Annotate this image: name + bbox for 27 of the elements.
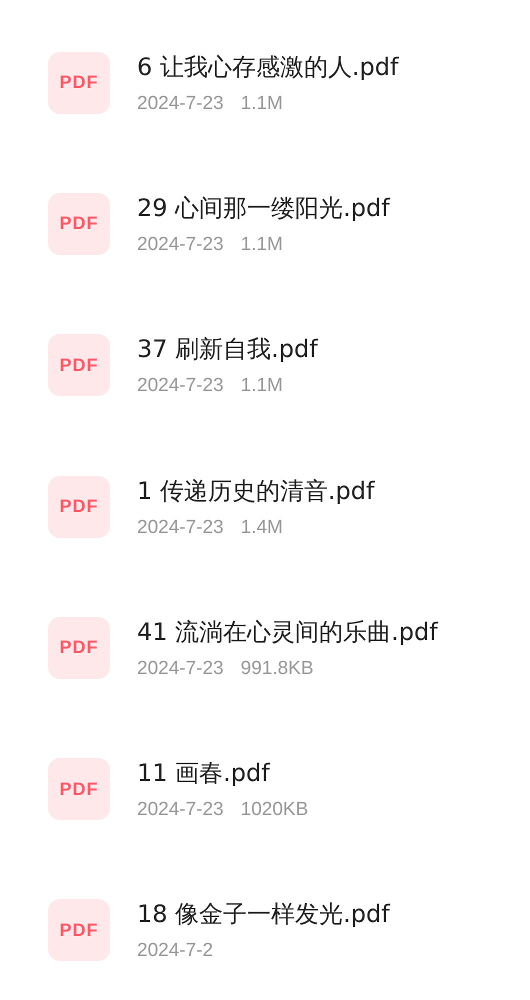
file-size: 1.1M [240, 92, 283, 115]
file-name[interactable]: 6 让我心存感激的人.pdf [137, 50, 398, 83]
file-date: 2024-7-2 [137, 940, 214, 962]
pdf-file-icon: PDF [48, 334, 110, 396]
file-name[interactable]: 11 画春.pdf [137, 757, 308, 790]
file-name[interactable]: 37 刷新自我.pdf [137, 333, 318, 366]
file-name[interactable]: 29 心间那一缕阳光.pdf [137, 192, 390, 224]
file-size: 1.1M [240, 375, 283, 398]
file-size: 1.4M [240, 516, 283, 539]
file-name[interactable]: 41 流淌在心灵间的乐曲.pdf [137, 616, 438, 648]
file-size: 991.8KB [240, 658, 314, 680]
file-date: 2024-7-23 [137, 234, 224, 256]
pdf-file-icon: PDF [48, 52, 110, 114]
file-size: 1020KB [240, 799, 308, 822]
file-name[interactable]: 18 像金子一样发光.pdf [137, 898, 390, 930]
file-size: 1.1M [240, 234, 283, 256]
file-date: 2024-7-23 [137, 799, 224, 822]
file-date: 2024-7-23 [137, 658, 224, 680]
file-name[interactable]: 1 传递历史的清音.pdf [137, 474, 374, 507]
pdf-file-icon: PDF [48, 192, 110, 255]
pdf-file-icon: PDF [48, 758, 110, 820]
file-date: 2024-7-23 [137, 375, 224, 398]
pdf-file-icon: PDF [48, 616, 110, 679]
pdf-file-icon: PDF [48, 899, 110, 962]
pdf-file-icon: PDF [48, 476, 110, 538]
file-date: 2024-7-23 [137, 516, 224, 539]
file-date: 2024-7-23 [137, 92, 224, 115]
